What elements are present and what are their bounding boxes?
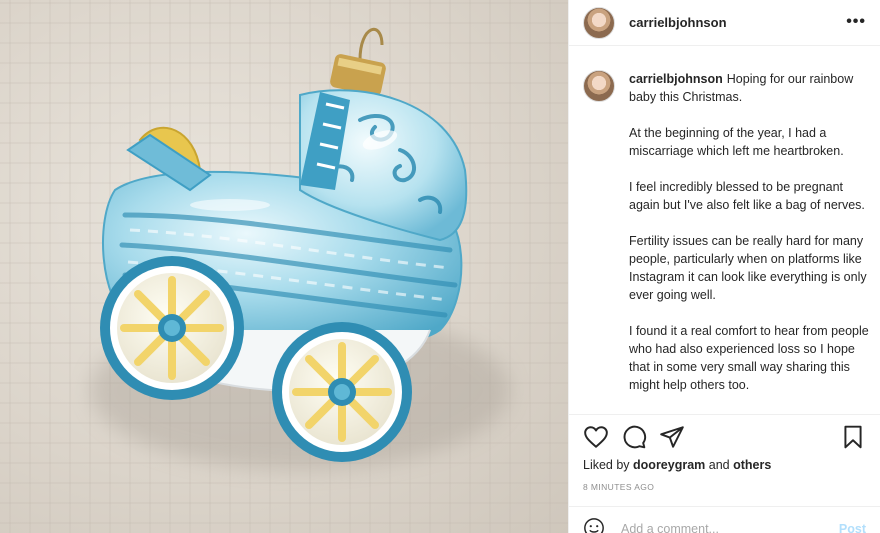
heart-icon[interactable]: [583, 424, 609, 450]
bookmark-icon[interactable]: [840, 424, 866, 450]
post-photo[interactable]: [0, 0, 568, 533]
divider: [569, 414, 880, 415]
caption-paragraph: I found it a real comfort to hear from p…: [629, 324, 869, 392]
post-timestamp[interactable]: 8 MINUTES AGO: [583, 482, 654, 492]
avatar[interactable]: [583, 70, 615, 102]
liker-username-link[interactable]: dooreygram: [633, 458, 705, 472]
caption-paragraph: At the beginning of the year, I had a mi…: [629, 126, 844, 158]
comment-bar: Add a comment... Post: [569, 506, 880, 533]
avatar[interactable]: [583, 6, 615, 39]
likes-and: and: [705, 458, 734, 472]
more-options-icon[interactable]: •••: [846, 13, 866, 31]
comment-input[interactable]: Add a comment...: [621, 522, 719, 533]
post-button[interactable]: Post: [839, 522, 866, 533]
caption-text: carrielbjohnson Hoping for our rainbow ba…: [629, 62, 870, 412]
caption-paragraph: carrielbjohnson Hoping for our rainbow ba…: [629, 70, 870, 106]
caption-username-link[interactable]: carrielbjohnson: [629, 72, 723, 86]
likes-prefix: Liked by: [583, 458, 634, 472]
action-bar: [583, 424, 866, 452]
share-icon[interactable]: [659, 424, 685, 450]
post-header: carrielbjohnson •••: [569, 0, 880, 46]
smiley-icon[interactable]: [583, 517, 605, 533]
baby-carriage-ornament: [90, 27, 510, 470]
comment-icon[interactable]: [621, 424, 647, 450]
likes-line: Liked by dooreygram and others: [583, 458, 771, 472]
caption-block: carrielbjohnson Hoping for our rainbow ba…: [583, 62, 870, 412]
username-link[interactable]: carrielbjohnson: [629, 15, 727, 30]
post-sidebar: carrielbjohnson ••• carrielbjohnson Hopin…: [568, 0, 880, 533]
caption-paragraph: I feel incredibly blessed to be pregnant…: [629, 180, 865, 212]
likes-others-link[interactable]: others: [733, 458, 771, 472]
caption-paragraph: Fertility issues can be really hard for …: [629, 234, 867, 302]
